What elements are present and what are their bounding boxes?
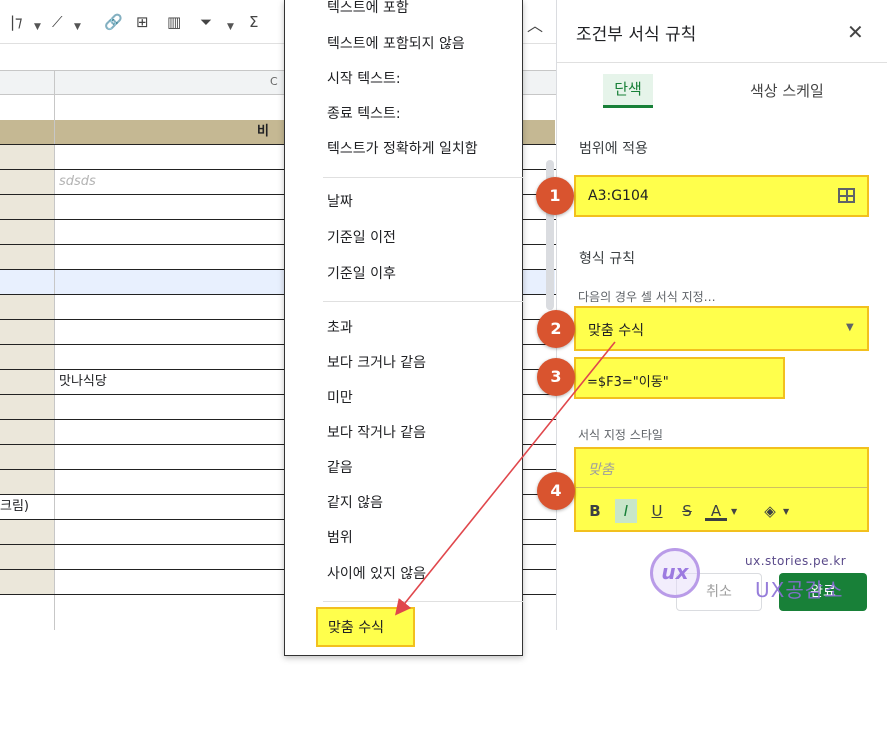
menu-item[interactable]: 종료 텍스트: — [327, 104, 401, 124]
formula-input[interactable]: =$F3="이동" — [574, 357, 785, 399]
cell[interactable] — [0, 95, 54, 119]
menu-separator — [323, 301, 523, 302]
select-range-icon[interactable] — [838, 188, 855, 203]
menu-item[interactable]: 보다 작거나 같음 — [327, 423, 426, 443]
italic-button[interactable]: I — [615, 499, 637, 523]
strikethrough-button[interactable]: S — [676, 499, 698, 523]
cell[interactable] — [0, 420, 54, 444]
menu-item[interactable]: 기준일 이후 — [327, 264, 396, 284]
chart-icon[interactable]: ▥ — [167, 12, 181, 32]
menu-item[interactable]: 보다 크거나 같음 — [327, 353, 426, 373]
fill-color-icon[interactable]: ◈ — [759, 499, 781, 523]
cell[interactable] — [0, 295, 54, 319]
condition-select[interactable]: 맞춤 수식 ▼ — [574, 306, 869, 351]
conditional-format-panel: 조건부 서식 규칙 ✕ 단색 색상 스케일 범위에 적용 A3:G104 형식 … — [556, 0, 887, 630]
callout-marker-3: 3 — [537, 358, 575, 396]
menu-item[interactable]: 사이에 있지 않음 — [327, 564, 426, 584]
watermark-brand: UX공감소 — [755, 578, 844, 602]
menu-item[interactable]: 미만 — [327, 388, 353, 408]
watermark-site: ux.stories.pe.kr — [745, 554, 847, 568]
cell[interactable] — [0, 570, 54, 594]
menu-separator — [323, 177, 523, 178]
menu-item-custom-formula[interactable]: 맞춤 수식 — [328, 618, 384, 638]
cell[interactable] — [0, 370, 54, 394]
filter-icon[interactable]: ⏷ — [200, 12, 212, 32]
watermark-logo-text: ux — [661, 560, 689, 584]
close-icon[interactable]: ✕ — [847, 20, 864, 44]
cell[interactable] — [0, 170, 54, 194]
range-value: A3:G104 — [588, 188, 649, 204]
tab-single-color[interactable]: 단색 — [603, 74, 653, 108]
cell[interactable] — [0, 520, 54, 544]
chevron-down-icon[interactable]: ▼ — [74, 17, 81, 37]
menu-item[interactable]: 텍스트가 정확하게 일치함 — [327, 139, 478, 159]
chevron-down-icon[interactable]: ▼ — [783, 507, 789, 516]
cell[interactable] — [0, 320, 54, 344]
format-style-label: 서식 지정 스타일 — [578, 428, 663, 442]
menu-item[interactable]: 같지 않음 — [327, 493, 383, 513]
range-label: 범위에 적용 — [579, 141, 648, 157]
text-color-button[interactable]: A — [705, 499, 727, 521]
chevron-down-icon[interactable]: ▼ — [731, 507, 737, 516]
text-direction-icon[interactable]: |⁊ — [10, 12, 23, 32]
cell[interactable] — [0, 545, 54, 569]
text-rotation-icon[interactable]: ⟋ — [52, 12, 63, 32]
callout-marker-1: 1 — [536, 177, 574, 215]
menu-item[interactable]: 초과 — [327, 318, 353, 338]
column-letter[interactable]: C — [270, 75, 278, 88]
collapse-toolbar-icon[interactable]: ︿ — [527, 12, 543, 36]
comment-icon[interactable]: ⊞ — [136, 12, 149, 32]
menu-item[interactable]: 텍스트에 포함되지 않음 — [327, 34, 465, 54]
range-input[interactable]: A3:G104 — [574, 175, 869, 217]
watermark-logo: ux — [650, 548, 700, 598]
highlight-box: 맞춤 수식 — [316, 607, 415, 647]
condition-dropdown-menu: 텍스트에 포함텍스트에 포함되지 않음시작 텍스트: 종료 텍스트: 텍스트가 정확… — [284, 0, 523, 656]
chevron-down-icon: ▼ — [846, 322, 854, 333]
link-icon[interactable]: 🔗 — [104, 12, 123, 32]
format-rules-label: 형식 규칙 — [579, 251, 635, 267]
underline-button[interactable]: U — [646, 499, 668, 523]
panel-title: 조건부 서식 규칙 — [576, 25, 697, 45]
menu-item[interactable]: 날짜 — [327, 192, 353, 212]
condition-label: 다음의 경우 셀 서식 지정… — [578, 290, 716, 304]
chevron-down-icon[interactable]: ▼ — [227, 17, 234, 37]
style-preview[interactable]: 맞춤 — [588, 459, 614, 479]
menu-item[interactable]: 텍스트에 포함 — [327, 0, 409, 18]
cell[interactable] — [0, 395, 54, 419]
cell[interactable] — [0, 270, 54, 294]
callout-marker-2: 2 — [537, 310, 575, 348]
cell[interactable] — [0, 120, 54, 144]
menu-item[interactable]: 기준일 이전 — [327, 228, 396, 248]
tab-color-scale[interactable]: 색상 스케일 — [750, 80, 824, 101]
callout-marker-4: 4 — [537, 472, 575, 510]
chevron-down-icon[interactable]: ▼ — [34, 17, 41, 37]
divider — [557, 62, 887, 63]
bold-button[interactable]: B — [584, 499, 606, 523]
cell[interactable] — [0, 345, 54, 369]
cell[interactable] — [0, 145, 54, 169]
format-style-box: 맞춤 B I U S A ▼ ◈ ▼ — [574, 447, 869, 532]
menu-item[interactable]: 범위 — [327, 528, 353, 548]
cell[interactable] — [0, 245, 54, 269]
cell[interactable]: 크림) — [0, 495, 54, 519]
menu-item[interactable]: 같음 — [327, 458, 353, 478]
divider — [576, 487, 867, 488]
cell[interactable] — [0, 220, 54, 244]
condition-value: 맞춤 수식 — [588, 323, 644, 339]
cell[interactable] — [0, 470, 54, 494]
menu-item[interactable]: 시작 텍스트: — [327, 69, 401, 89]
cell[interactable] — [0, 445, 54, 469]
functions-icon[interactable]: Σ — [249, 12, 258, 32]
formula-value: =$F3="이동" — [587, 375, 669, 390]
menu-separator — [323, 601, 523, 602]
cell[interactable] — [0, 195, 54, 219]
